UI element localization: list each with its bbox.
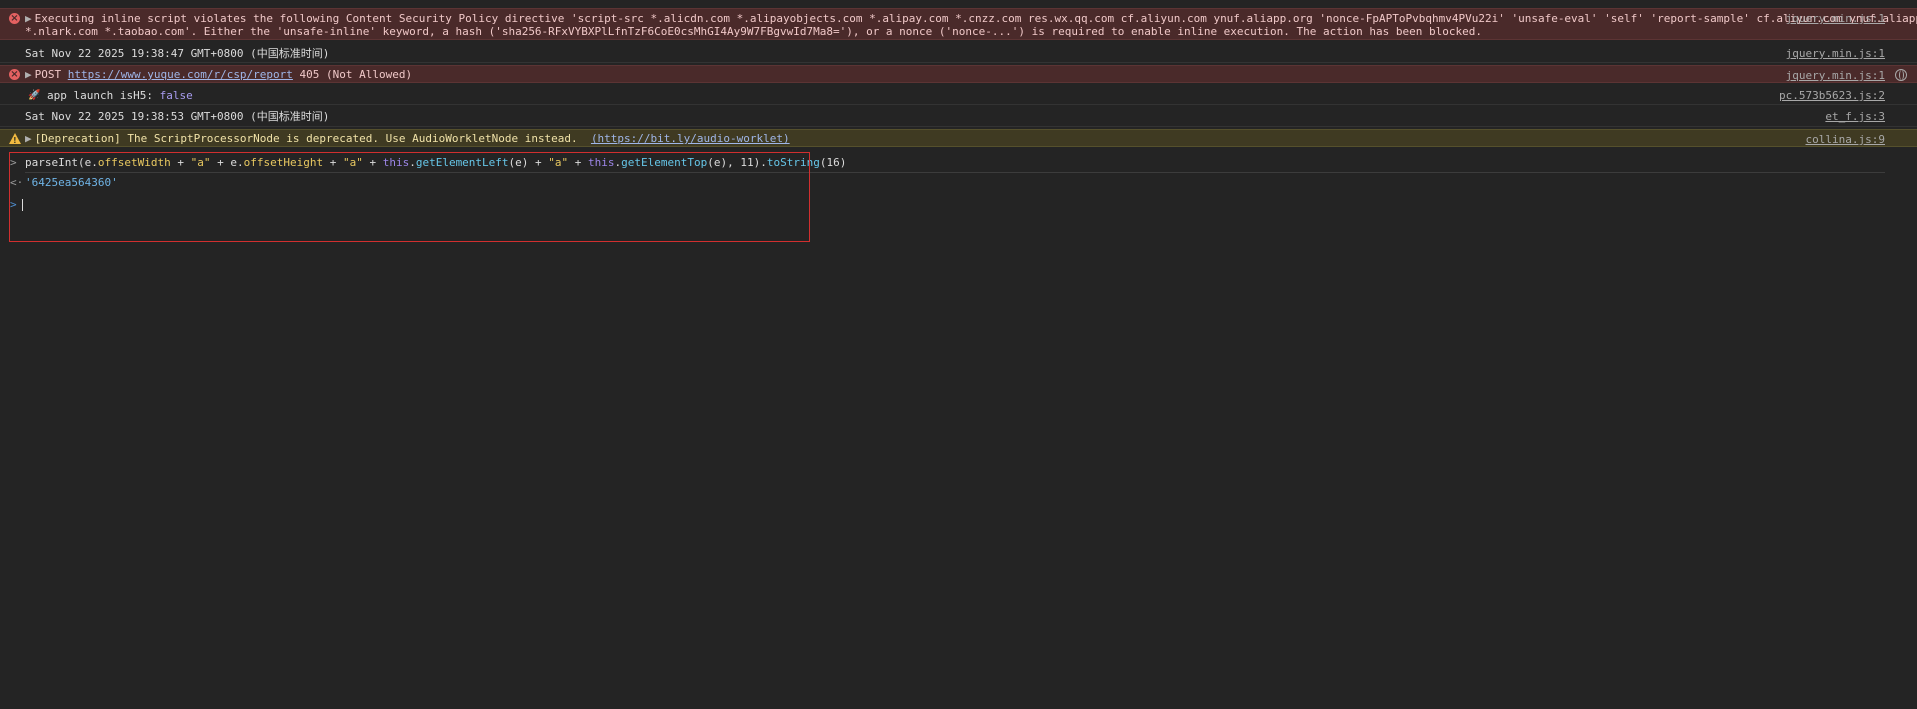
console-log-timestamp: Sat Nov 22 2025 19:38:47 GMT+0800 (中国标准时… <box>0 44 1917 63</box>
post-status: 405 (Not Allowed) <box>299 68 413 81</box>
error-circle-icon: × <box>9 13 20 24</box>
error-circle-icon: × <box>9 69 20 80</box>
console-log-timestamp: Sat Nov 22 2025 19:38:53 GMT+0800 (中国标准时… <box>0 107 1917 127</box>
divider <box>25 172 1885 173</box>
console-error-csp[interactable]: × ▶ Executing inline script violates the … <box>0 8 1917 40</box>
expression-text[interactable]: parseInt(e.offsetWidth + "a" + e.offsetH… <box>25 154 1909 169</box>
expand-triangle-icon[interactable]: ▶ <box>25 68 32 81</box>
console-warning-deprecation[interactable]: ▶[Deprecation] The ScriptProcessorNode i… <box>0 129 1917 147</box>
console-input-cursor[interactable] <box>22 199 23 211</box>
source-link[interactable]: jquery.min.js:1 <box>1786 69 1885 82</box>
launch-text: app launch isH5: <box>47 89 153 102</box>
console-log-launch: 🚀 app launch isH5: false pc.573b5623.js:… <box>0 86 1917 105</box>
globe-icon[interactable] <box>1895 69 1907 81</box>
source-link[interactable]: et_f.js:3 <box>1825 110 1885 123</box>
csp-error-line1: Executing inline script violates the fol… <box>34 12 1917 25</box>
devtools-console: × ▶ Executing inline script violates the … <box>0 0 1917 709</box>
source-link[interactable]: jquery.min.js:1 <box>1786 47 1885 60</box>
input-prompt-icon: > <box>10 156 17 169</box>
log-text: Sat Nov 22 2025 19:38:47 GMT+0800 (中国标准时… <box>25 47 330 60</box>
post-url-link[interactable]: https://www.yuque.com/r/csp/report <box>68 68 293 81</box>
launch-value: false <box>159 89 193 102</box>
result-arrow-icon: <· <box>10 176 24 189</box>
log-text: Sat Nov 22 2025 19:38:53 GMT+0800 (中国标准时… <box>25 110 330 123</box>
deprecation-text: [Deprecation] The ScriptProcessorNode is… <box>34 132 578 145</box>
console-error-post[interactable]: × ▶ POST https://www.yuque.com/r/csp/repo… <box>0 65 1917 83</box>
console-input-expression: > parseInt(e.offsetWidth + "a" + e.offse… <box>0 154 1917 171</box>
source-link[interactable]: jquery.min.js:1 <box>1786 12 1885 25</box>
console-prompt-icon: > <box>10 198 17 211</box>
warning-triangle-icon <box>9 133 21 147</box>
expand-triangle-icon[interactable]: ▶ <box>25 132 32 145</box>
source-link[interactable]: collina.js:9 <box>1806 133 1885 146</box>
expand-triangle-icon[interactable]: ▶ <box>25 12 32 25</box>
console-result: <· '6425ea564360' <box>0 174 1917 191</box>
result-value: '6425ea564360' <box>25 176 118 189</box>
deprecation-link[interactable]: (https://bit.ly/audio-worklet) <box>591 132 790 145</box>
source-link[interactable]: pc.573b5623.js:2 <box>1779 89 1885 102</box>
post-method: POST <box>34 68 62 81</box>
csp-error-line2: *.nlark.com *.taobao.com'. Either the 'u… <box>25 25 1482 38</box>
rocket-icon: 🚀 <box>28 90 41 101</box>
